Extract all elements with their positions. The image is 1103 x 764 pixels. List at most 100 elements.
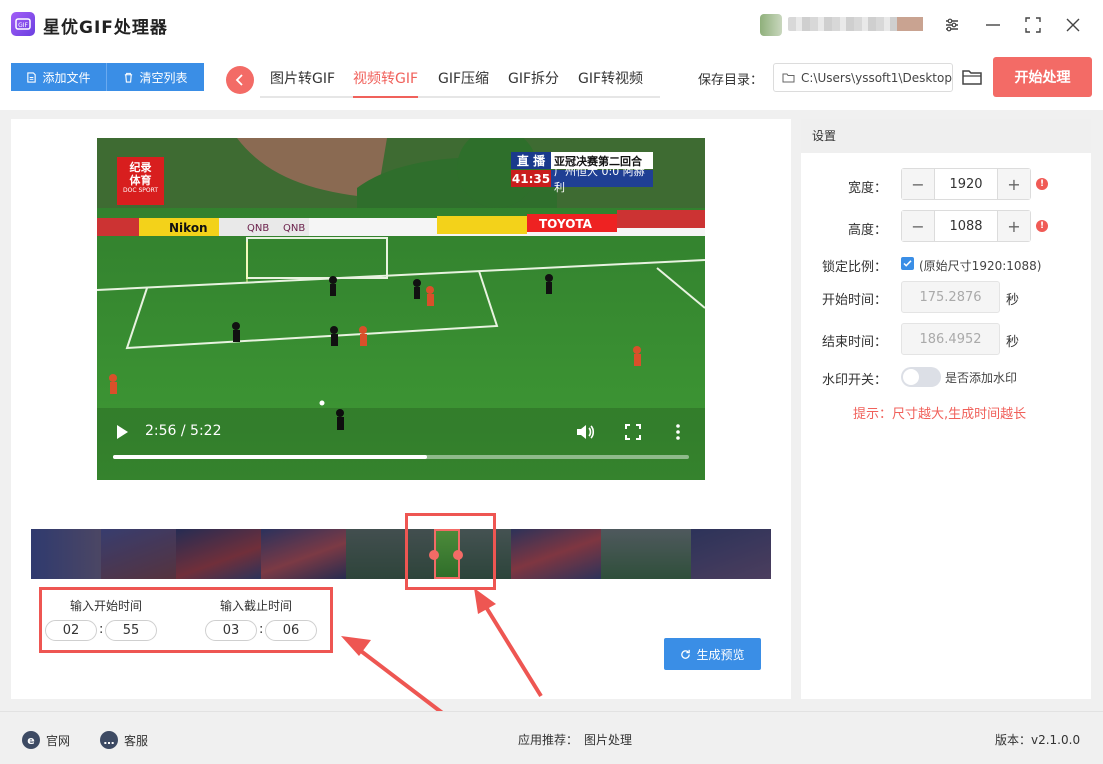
title-bar: GIF 星优GIF处理器 [0,0,1103,50]
video-player[interactable]: Nikon QNB QNB TOYOTA 纪录 体育 DOC SPORT 直 播… [97,138,705,480]
settings-header: 设置 [801,119,1091,153]
watermark-toggle[interactable] [901,367,941,387]
support-label: 客服 [124,733,149,748]
toolbar: 添加文件 清空列表 图片转GIF 视频转GIF GIF压缩 GIF拆分 GIF转… [0,50,1103,110]
annotation-arrows [341,589,543,723]
refresh-icon [681,649,691,659]
start-processing-button[interactable]: 开始处理 [993,57,1092,97]
tab-bar: 图片转GIF 视频转GIF GIF压缩 GIF拆分 GIF转视频 [260,60,660,98]
height-decrement-button[interactable]: − [902,211,935,241]
user-name-blurred [788,17,923,31]
end-time-separator: : [259,622,264,637]
tab-gif-split[interactable]: GIF拆分 [508,68,559,88]
channel-logo-line2: 体育 [129,174,152,187]
more-icon[interactable] [675,424,681,440]
ad-nikon: Nikon [169,221,208,235]
tab-gif-to-video[interactable]: GIF转视频 [578,68,643,88]
save-dir-field[interactable]: C:\Users\yssoft1\Desktop [773,63,953,92]
lock-ratio-checkbox[interactable] [901,257,914,270]
trash-icon [125,72,133,83]
save-dir-label: 保存目录： [698,73,764,88]
width-increment-button[interactable]: + [997,169,1030,199]
height-increment-button[interactable]: + [997,211,1030,241]
website-label: 官网 [46,733,71,748]
back-button[interactable] [226,66,254,94]
match-clock: 41:35 [511,170,551,187]
height-warning-icon[interactable]: ! [1036,220,1048,232]
folder-icon[interactable] [961,67,983,87]
start-time-field: 175.2876 [901,281,1000,313]
watermark-toggle-text: 是否添加水印 [945,371,1018,385]
tab-image-to-gif[interactable]: 图片转GIF [270,68,335,88]
start-time-separator: : [99,622,104,637]
chevron-left-icon [235,74,243,86]
app-title: 星优GIF处理器 [43,18,168,38]
clear-list-button[interactable]: 清空列表 [107,63,204,91]
ad-qnb-1: QNB [247,223,269,234]
settings-icon[interactable] [942,15,962,35]
minimize-icon[interactable] [983,15,1003,35]
generate-preview-button[interactable]: 生成预览 [664,638,761,670]
video-progress-bar[interactable] [113,455,689,459]
video-progress-fill [113,455,428,459]
live-tag: 直 播 [511,152,551,169]
start-time-setting-label: 开始时间： [821,293,887,308]
channel-logo-line1: 纪录 [129,161,152,174]
maximize-icon[interactable] [1023,15,1043,35]
filmstrip[interactable] [31,529,771,579]
ie-icon: e [22,731,40,749]
end-time-label: 输入截止时间 [220,599,293,613]
tab-active-indicator [353,96,418,98]
start-time-unit: 秒 [1006,293,1020,308]
annotation-box-trim [405,513,496,590]
start-minute-input[interactable]: 02 [45,620,97,641]
filmstrip-dim-overlay [31,529,771,579]
close-icon[interactable] [1063,15,1083,35]
tab-gif-compress[interactable]: GIF压缩 [438,68,489,88]
end-time-setting-label: 结束时间： [821,335,887,350]
file-add-icon [27,71,37,83]
play-icon[interactable] [115,424,129,440]
recommend-label: 应用推荐： [518,733,579,747]
main-panel: Nikon QNB QNB TOYOTA 纪录 体育 DOC SPORT 直 播… [11,119,791,723]
width-warning-icon[interactable]: ! [1036,178,1048,190]
height-input[interactable]: 1088 [935,211,997,241]
gif-logo-icon: GIF [11,12,35,36]
channel-logo-sub: DOC SPORT [123,187,158,194]
width-stepper: − 1920 + [901,168,1031,200]
end-minute-input[interactable]: 03 [205,620,257,641]
recommend: 应用推荐： 图片处理 [518,731,632,748]
fullscreen-icon[interactable] [625,424,641,440]
settings-panel: 设置 宽度： − 1920 + ! 高度： − 1088 + ! 锁定比例： (… [801,119,1091,699]
website-link[interactable]: e 官网 [22,731,70,749]
tab-video-to-gif[interactable]: 视频转GIF [353,68,418,88]
volume-icon[interactable] [575,423,595,441]
clear-list-label: 清空列表 [139,70,188,85]
generate-preview-label: 生成预览 [696,647,745,662]
width-decrement-button[interactable]: − [902,169,935,199]
recommend-link[interactable]: 图片处理 [584,731,632,748]
footer: e 官网 … 客服 应用推荐： 图片处理 版本：v2.1.0.0 [0,711,1103,764]
watermark-label: 水印开关： [821,373,887,388]
add-files-label: 添加文件 [42,70,91,85]
ad-qnb-2: QNB [283,223,305,234]
width-input[interactable]: 1920 [935,169,997,199]
height-stepper: − 1088 + [901,210,1031,242]
folder-small-icon [782,73,795,83]
original-size-text: (原始尺寸1920:1088) [919,259,1042,273]
end-second-input[interactable]: 06 [265,620,317,641]
avatar[interactable] [760,14,782,36]
lock-ratio-label: 锁定比例： [821,260,887,275]
start-second-input[interactable]: 55 [105,620,157,641]
support-link[interactable]: … 客服 [100,731,148,749]
video-time: 2:56 / 5:22 [145,423,222,439]
channel-logo: 纪录 体育 DOC SPORT [117,157,164,205]
save-dir-value: C:\Users\yssoft1\Desktop [801,70,952,85]
scoreboard: 直 播 亚冠决赛第二回合 41:35 广州恒大 0:0 阿赫利 [511,152,653,194]
size-hint: 提示：尺寸越大,生成时间越长 [853,407,1027,422]
ad-toyota: TOYOTA [539,217,593,231]
version-text: 版本：v2.1.0.0 [995,733,1081,747]
end-time-field: 186.4952 [901,323,1000,355]
add-files-button[interactable]: 添加文件 [11,63,107,91]
start-time-label: 输入开始时间 [70,599,143,613]
